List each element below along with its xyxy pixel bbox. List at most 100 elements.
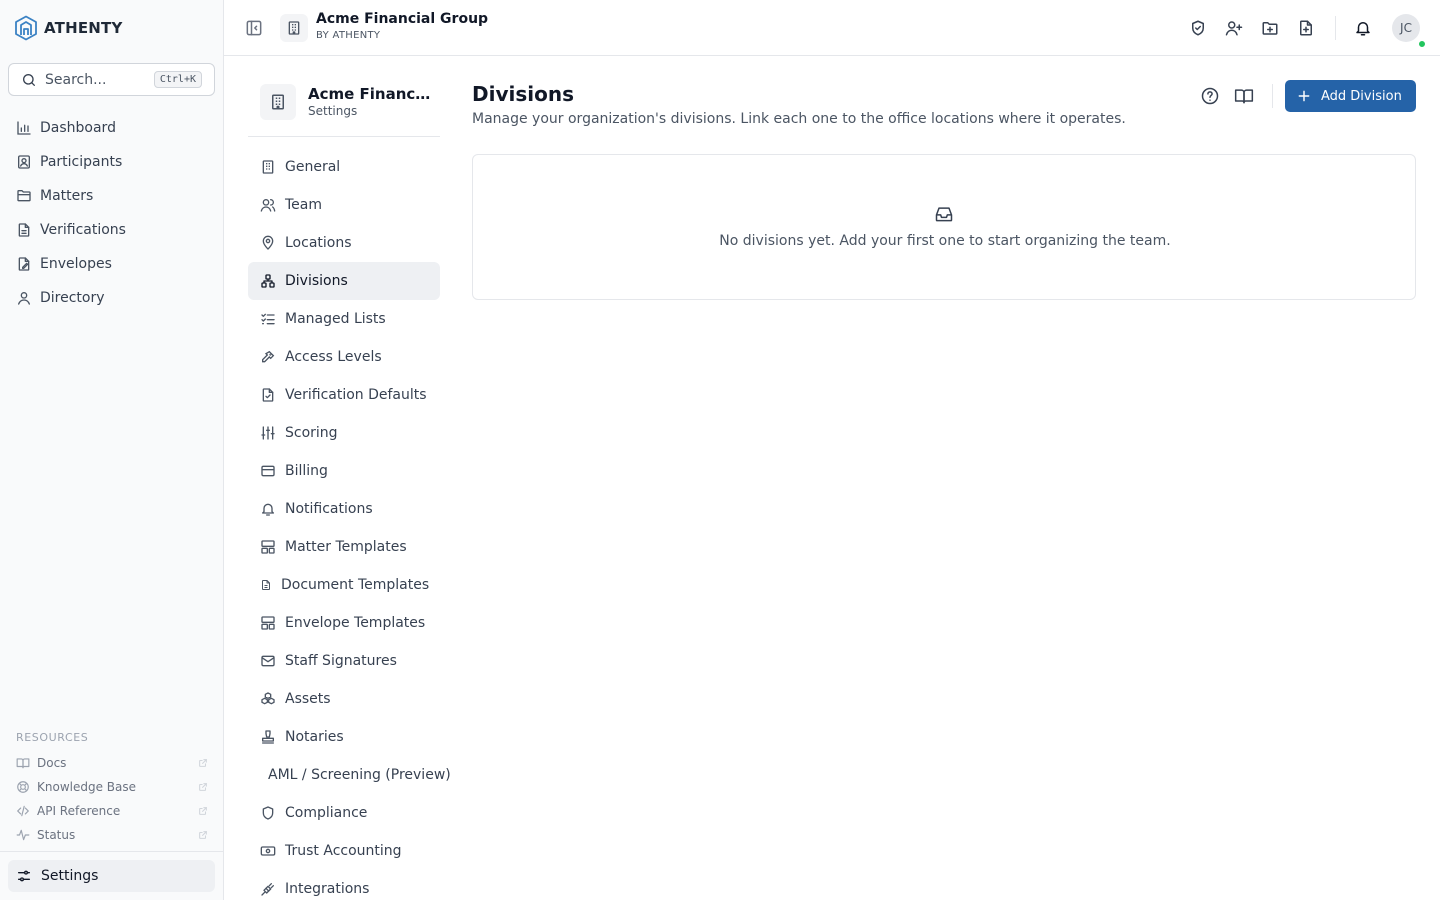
settings-item-divisions[interactable]: Divisions	[248, 262, 440, 300]
divisions-empty-state: No divisions yet. Add your first one to …	[472, 154, 1416, 300]
settings-item-verification-defaults[interactable]: Verification Defaults	[248, 376, 440, 414]
settings-item-notaries[interactable]: Notaries	[248, 718, 440, 756]
settings-item-billing[interactable]: Billing	[248, 452, 440, 490]
primary-nav: Dashboard Participants Matters Verificat…	[8, 111, 215, 315]
sidebar-collapse-icon[interactable]	[244, 18, 264, 38]
network-icon	[260, 273, 276, 289]
settings-item-label: Staff Signatures	[285, 653, 397, 669]
boxes-icon	[260, 691, 276, 707]
inbox-icon	[934, 204, 954, 224]
athenty-logo-icon	[14, 15, 38, 41]
lifebuoy-icon	[16, 780, 30, 794]
sidebar-divider	[0, 851, 223, 852]
search-icon	[21, 72, 37, 88]
settings-item-label: Billing	[285, 463, 328, 479]
map-pin-icon	[260, 235, 276, 251]
nav-item-label: Directory	[40, 290, 105, 306]
settings-nav-divider	[248, 136, 440, 137]
topbar-divider	[1335, 16, 1336, 40]
settings-item-general[interactable]: General	[248, 148, 440, 186]
settings-item-notifications[interactable]: Notifications	[248, 490, 440, 528]
nav-item-settings[interactable]: Settings	[8, 860, 215, 892]
book-icon	[16, 756, 30, 770]
resource-status[interactable]: Status	[16, 823, 208, 847]
add-division-button[interactable]: Add Division	[1285, 80, 1416, 112]
nav-item-label: Matters	[40, 188, 94, 204]
shield-check-icon[interactable]	[1189, 19, 1207, 37]
resource-label: API Reference	[37, 804, 121, 818]
bar-chart-icon	[16, 120, 32, 136]
resource-docs[interactable]: Docs	[16, 751, 208, 775]
stamp-icon	[260, 729, 276, 745]
page-description: Manage your organization's divisions. Li…	[472, 111, 1126, 127]
search-placeholder: Search...	[45, 71, 107, 88]
settings-nav: Acme Financial Group Settings General Te…	[248, 56, 451, 900]
settings-item-label: Team	[285, 197, 323, 213]
list-check-icon	[260, 311, 276, 327]
external-link-icon	[198, 806, 208, 816]
external-link-icon	[198, 830, 208, 840]
search-input[interactable]: Search... Ctrl+K	[8, 63, 215, 96]
settings-item-compliance[interactable]: Compliance	[248, 794, 440, 832]
nav-item-label: Dashboard	[40, 120, 116, 136]
brand-logo[interactable]: ATHENTY	[14, 14, 123, 42]
add-user-icon[interactable]	[1225, 19, 1243, 37]
settings-item-matter-templates[interactable]: Matter Templates	[248, 528, 440, 566]
layout-icon	[260, 539, 276, 555]
nav-item-verifications[interactable]: Verifications	[8, 213, 215, 247]
settings-item-envelope-templates[interactable]: Envelope Templates	[248, 604, 440, 642]
nav-item-label: Envelopes	[40, 256, 112, 272]
shield-icon	[260, 805, 276, 821]
nav-item-matters[interactable]: Matters	[8, 179, 215, 213]
settings-item-label: Assets	[285, 691, 331, 707]
nav-item-directory[interactable]: Directory	[8, 281, 215, 315]
settings-item-access-levels[interactable]: Access Levels	[248, 338, 440, 376]
settings-item-locations[interactable]: Locations	[248, 224, 440, 262]
settings-item-document-templates[interactable]: Document Templates	[248, 566, 440, 604]
settings-item-assets[interactable]: Assets	[248, 680, 440, 718]
file-check-icon	[260, 387, 276, 403]
activity-icon	[16, 828, 30, 842]
folder-icon	[16, 188, 32, 204]
bell-icon	[260, 501, 276, 517]
settings-item-trust-accounting[interactable]: Trust Accounting	[248, 832, 440, 870]
document-icon	[16, 222, 32, 238]
page-title: Divisions	[472, 82, 574, 106]
file-plus-icon[interactable]	[1297, 19, 1315, 37]
settings-item-label: Document Templates	[281, 577, 430, 593]
nav-item-dashboard[interactable]: Dashboard	[8, 111, 215, 145]
settings-item-integrations[interactable]: Integrations	[248, 870, 440, 900]
layout-icon	[260, 615, 276, 631]
settings-item-scoring[interactable]: Scoring	[248, 414, 440, 452]
resource-knowledge-base[interactable]: Knowledge Base	[16, 775, 208, 799]
online-status-indicator	[1418, 40, 1426, 48]
help-icon[interactable]	[1200, 86, 1220, 106]
file-icon	[260, 578, 272, 592]
user-avatar[interactable]: JC	[1392, 14, 1420, 42]
settings-item-aml-screening[interactable]: AML / Screening (Preview)	[248, 756, 451, 794]
nav-item-participants[interactable]: Participants	[8, 145, 215, 179]
nav-item-label: Verifications	[40, 222, 126, 238]
add-division-label: Add Division	[1321, 88, 1402, 104]
folder-plus-icon[interactable]	[1261, 19, 1279, 37]
settings-item-label: Compliance	[285, 805, 368, 821]
org-name: Acme Financial Group	[316, 11, 489, 27]
settings-item-label: Divisions	[285, 273, 348, 289]
resource-api-reference[interactable]: API Reference	[16, 799, 208, 823]
resource-label: Knowledge Base	[37, 780, 136, 794]
book-open-icon[interactable]	[1234, 86, 1254, 106]
nav-item-envelopes[interactable]: Envelopes	[8, 247, 215, 281]
external-link-icon	[198, 758, 208, 768]
settings-item-label: AML / Screening (Preview)	[268, 767, 451, 783]
resource-label: Docs	[37, 756, 67, 770]
settings-item-staff-signatures[interactable]: Staff Signatures	[248, 642, 440, 680]
nav-item-label: Participants	[40, 154, 123, 170]
org-subtitle: BY ATHENTY	[316, 30, 381, 41]
settings-item-label: Scoring	[285, 425, 338, 441]
settings-item-team[interactable]: Team	[248, 186, 440, 224]
key-icon	[260, 349, 276, 365]
settings-item-managed-lists[interactable]: Managed Lists	[248, 300, 440, 338]
external-link-icon	[198, 782, 208, 792]
bell-icon[interactable]	[1354, 19, 1372, 37]
settings-item-label: General	[285, 159, 341, 175]
